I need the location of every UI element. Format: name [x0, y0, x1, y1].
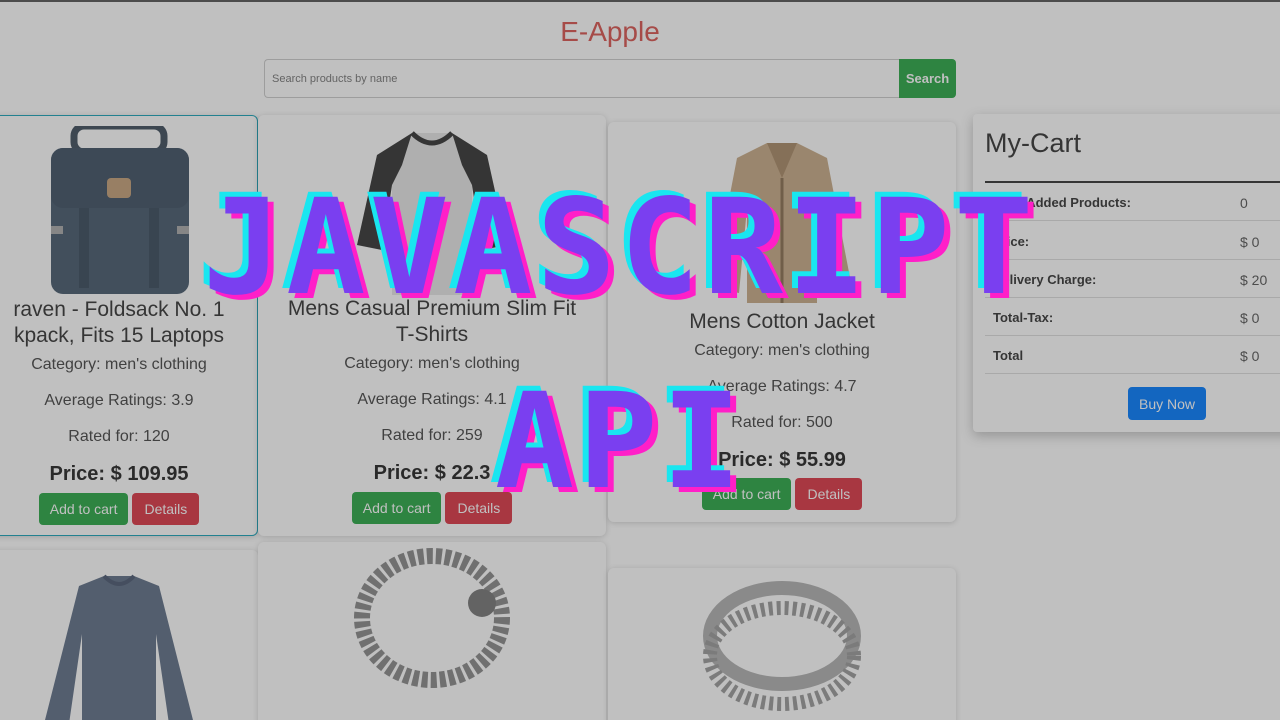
banner-title-line2: API — [494, 365, 746, 519]
dim-overlay — [0, 0, 1280, 720]
banner-title-line1: JAVASCRIPT — [202, 171, 1038, 325]
